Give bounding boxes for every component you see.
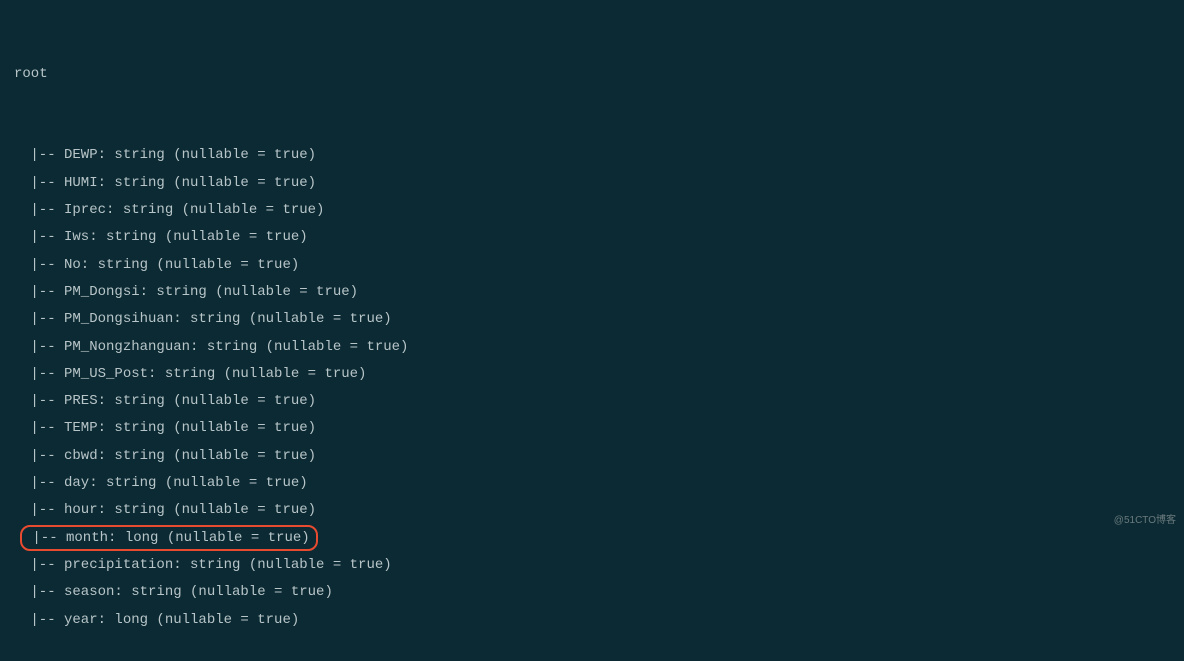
schema-field-line: |-- precipitation: string (nullable = tr… <box>14 552 1170 579</box>
schema-field-line: |-- cbwd: string (nullable = true) <box>14 443 1170 470</box>
schema-field-line: |-- year: long (nullable = true) <box>14 607 1170 634</box>
schema-field-line: |-- No: string (nullable = true) <box>14 252 1170 279</box>
schema-field-line: |-- PRES: string (nullable = true) <box>14 388 1170 415</box>
schema-field-line: |-- DEWP: string (nullable = true) <box>14 142 1170 169</box>
schema-field-line: |-- Iws: string (nullable = true) <box>14 224 1170 251</box>
schema-field-line: |-- day: string (nullable = true) <box>14 470 1170 497</box>
schema-output: root |-- DEWP: string (nullable = true) … <box>14 6 1170 661</box>
schema-field-line: |-- PM_US_Post: string (nullable = true) <box>14 361 1170 388</box>
schema-fields-container: |-- DEWP: string (nullable = true) |-- H… <box>14 142 1170 633</box>
schema-field-line: |-- Iprec: string (nullable = true) <box>14 197 1170 224</box>
schema-field-line: |-- TEMP: string (nullable = true) <box>14 415 1170 442</box>
watermark: @51CTO博客 <box>1114 511 1176 531</box>
schema-field-line: |-- hour: string (nullable = true) <box>14 497 1170 524</box>
schema-field-line: |-- HUMI: string (nullable = true) <box>14 170 1170 197</box>
schema-field-line: |-- PM_Dongsi: string (nullable = true) <box>14 279 1170 306</box>
schema-root-label: root <box>14 61 1170 88</box>
schema-field-line: |-- PM_Dongsihuan: string (nullable = tr… <box>14 306 1170 333</box>
schema-field-highlighted: |-- month: long (nullable = true) <box>20 525 318 551</box>
schema-field-line: |-- season: string (nullable = true) <box>14 579 1170 606</box>
schema-field-line: |-- PM_Nongzhanguan: string (nullable = … <box>14 334 1170 361</box>
